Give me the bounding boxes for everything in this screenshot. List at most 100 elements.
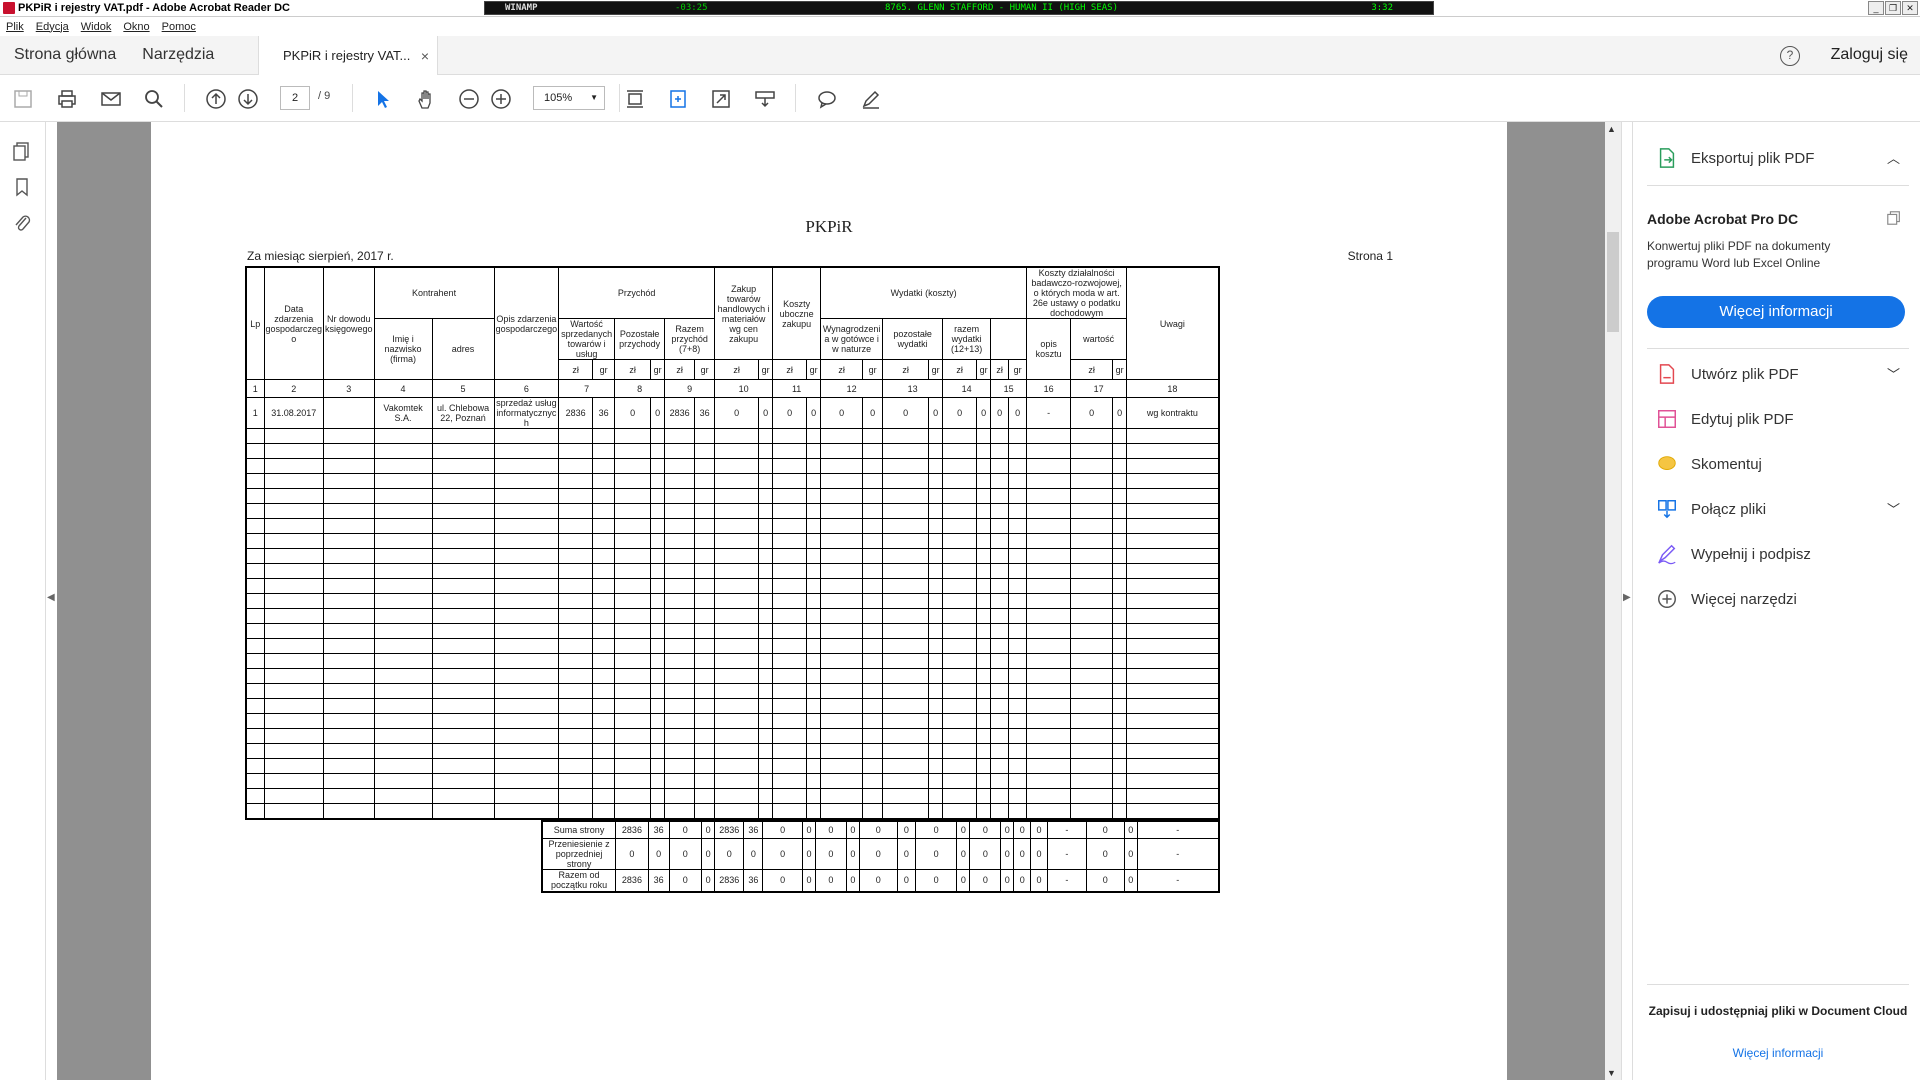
empty-cell (772, 593, 808, 609)
empty-cell (592, 458, 616, 474)
column-number: 6 (493, 379, 560, 398)
empty-cell (694, 443, 716, 459)
empty-cell (1112, 548, 1128, 564)
scrollbar-thumb[interactable] (1607, 232, 1619, 332)
tool-edit-pdf[interactable]: Edytuj plik PDF (1655, 407, 1794, 431)
search-icon[interactable] (141, 86, 167, 112)
scroll-mode-icon[interactable] (665, 86, 691, 112)
document-canvas[interactable]: PKPiR Za miesiąc sierpień, 2017 r. Stron… (57, 122, 1605, 1080)
table-row (245, 548, 1220, 564)
empty-cell (323, 428, 375, 444)
chevron-down-icon[interactable]: ﹀ (1887, 499, 1900, 518)
right-pane-toggle[interactable]: ▶ (1621, 122, 1631, 1080)
menu-pomoc[interactable]: Pomoc (162, 21, 196, 33)
fullscreen-icon[interactable] (708, 86, 734, 112)
comment-icon[interactable] (814, 86, 840, 112)
empty-cell (882, 518, 930, 534)
empty-cell (493, 578, 560, 594)
empty-cell (431, 548, 495, 564)
menu-widok[interactable]: Widok (81, 21, 112, 33)
fit-page-icon[interactable] (622, 86, 648, 112)
bookmark-icon[interactable] (11, 176, 33, 198)
tool-combine[interactable]: Połącz pliki (1655, 497, 1766, 521)
zoom-in-icon[interactable] (488, 86, 514, 112)
comment-bubble-icon (1655, 452, 1679, 476)
page-number-input[interactable]: 2 (280, 86, 310, 110)
empty-cell (1126, 578, 1220, 594)
cloud-title: Zapisuj i udostępniaj pliki w Document C… (1648, 1004, 1908, 1018)
sign-pen-icon[interactable] (858, 86, 884, 112)
empty-cell (714, 443, 760, 459)
empty-cell (558, 653, 594, 669)
empty-cell (493, 713, 560, 729)
tab-document[interactable]: PKPiR i rejestry VAT... × (258, 36, 438, 75)
attachment-icon[interactable] (11, 212, 33, 234)
print-icon[interactable] (54, 86, 80, 112)
help-icon[interactable]: ? (1780, 46, 1800, 66)
more-info-button[interactable]: Więcej informacji (1647, 296, 1905, 328)
tool-create-pdf[interactable]: Utwórz plik PDF (1655, 362, 1799, 386)
copy-icon[interactable] (1886, 210, 1904, 228)
zoom-select[interactable]: 105% ▼ (533, 86, 605, 110)
empty-cell (664, 668, 696, 684)
close-icon[interactable]: × (421, 48, 429, 64)
header-zl: zł (882, 359, 930, 380)
winamp-bar[interactable]: WINAMP -03:25 8765. GLENN STAFFORD - HUM… (484, 1, 1434, 15)
tab-home[interactable]: Strona główna (14, 46, 116, 64)
next-page-icon[interactable] (235, 86, 261, 112)
zoom-out-icon[interactable] (456, 86, 482, 112)
cell-addr: ul. Chlebowa 22, Poznań (431, 397, 495, 429)
summary-value: 0 (845, 838, 860, 870)
read-mode-icon[interactable] (752, 86, 778, 112)
empty-cell (373, 443, 433, 459)
tool-fill-sign[interactable]: Wypełnij i podpisz (1655, 542, 1811, 566)
column-number: 16 (1026, 379, 1072, 398)
right-tools-pane: Eksportuj plik PDF ︿ Adobe Acrobat Pro D… (1632, 122, 1920, 1080)
header-gr: gr (650, 359, 666, 380)
empty-cell (650, 788, 666, 804)
empty-cell (431, 668, 495, 684)
summary-value: 0 (1013, 838, 1032, 870)
tool-more[interactable]: Więcej narzędzi (1655, 587, 1797, 611)
chevron-up-icon[interactable]: ︿ (1887, 148, 1900, 167)
empty-cell (493, 773, 560, 789)
cloud-more-info-link[interactable]: Więcej informacji (1647, 1046, 1909, 1060)
restore-button[interactable]: ❐ (1885, 1, 1901, 15)
chevron-right-icon[interactable]: ▶ (1623, 592, 1631, 603)
empty-cell (431, 713, 495, 729)
cell-date: 31.08.2017 (263, 397, 325, 429)
menu-plik[interactable]: Plik (6, 21, 24, 33)
email-icon[interactable] (98, 86, 124, 112)
vertical-scrollbar[interactable]: ▲ ▼ (1605, 122, 1621, 1080)
scroll-down-icon[interactable]: ▼ (1607, 1068, 1616, 1078)
winamp-song: 8765. GLENN STAFFORD - HUMAN II (HIGH SE… (885, 3, 1118, 13)
save-icon[interactable] (10, 86, 36, 112)
table-row (245, 683, 1220, 699)
empty-cell (1112, 473, 1128, 489)
empty-cell (806, 803, 822, 819)
scroll-up-icon[interactable]: ▲ (1607, 124, 1616, 134)
tab-tools[interactable]: Narzędzia (142, 46, 214, 64)
page-thumbnails-icon[interactable] (11, 140, 33, 162)
empty-cell (772, 518, 808, 534)
chevron-down-icon[interactable]: ﹀ (1887, 364, 1900, 383)
login-button[interactable]: Zaloguj się (1831, 46, 1908, 64)
tool-comment[interactable]: Skomentuj (1655, 452, 1762, 476)
empty-cell (820, 788, 864, 804)
collapse-left-icon[interactable]: ◀ (47, 592, 55, 603)
select-cursor-icon[interactable] (370, 86, 396, 112)
previous-page-icon[interactable] (203, 86, 229, 112)
hand-tool-icon[interactable] (413, 86, 439, 112)
empty-cell (373, 698, 433, 714)
empty-cell (650, 443, 666, 459)
close-window-button[interactable]: ✕ (1902, 1, 1918, 15)
empty-cell (758, 773, 774, 789)
minimize-button[interactable]: _ (1868, 1, 1884, 15)
empty-cell (664, 728, 696, 744)
cell-name: Vakomtek S.A. (373, 397, 433, 429)
tool-export-pdf[interactable]: Eksportuj plik PDF (1655, 146, 1814, 170)
empty-cell (431, 743, 495, 759)
summary-value: - (1046, 838, 1087, 870)
menu-okno[interactable]: Okno (123, 21, 149, 33)
menu-edycja[interactable]: Edycja (36, 21, 69, 33)
